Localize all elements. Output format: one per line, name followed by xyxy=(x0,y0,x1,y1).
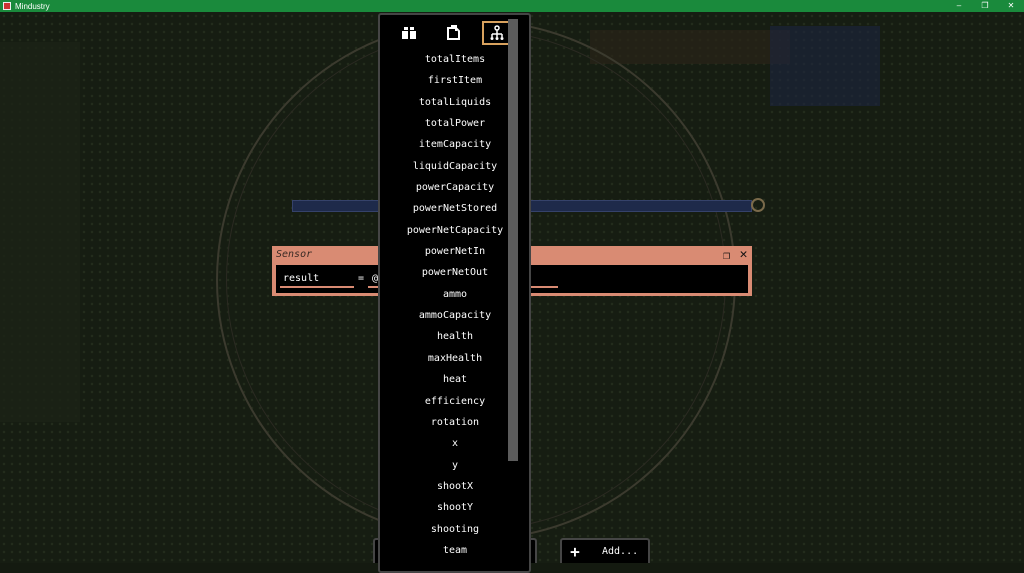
option-shootY[interactable]: shootY xyxy=(380,497,530,518)
option-powerNetCapacity[interactable]: powerNetCapacity xyxy=(380,220,530,241)
option-powerNetStored[interactable]: powerNetStored xyxy=(380,198,530,219)
app-icon xyxy=(3,2,11,10)
restore-button[interactable]: ❐ xyxy=(972,0,998,12)
sensor-option-list: totalItems firstItem totalLiquids totalP… xyxy=(380,49,530,561)
liquids-tab-icon xyxy=(447,25,460,40)
option-totalLiquids[interactable]: totalLiquids xyxy=(380,92,530,113)
tab-liquids[interactable] xyxy=(438,21,468,45)
dropdown-tabs xyxy=(394,21,512,45)
copy-icon[interactable]: ❐ xyxy=(720,249,733,262)
option-ammo[interactable]: ammo xyxy=(380,284,530,305)
equals-label: = xyxy=(358,273,365,284)
option-rotation[interactable]: rotation xyxy=(380,412,530,433)
option-x[interactable]: x xyxy=(380,433,530,454)
option-ammoCapacity[interactable]: ammoCapacity xyxy=(380,305,530,326)
option-powerNetIn[interactable]: powerNetIn xyxy=(380,241,530,262)
close-icon[interactable]: ✕ xyxy=(737,248,750,261)
add-button[interactable]: + Add... xyxy=(560,538,650,563)
minimize-button[interactable]: – xyxy=(946,0,972,12)
option-powerCapacity[interactable]: powerCapacity xyxy=(380,177,530,198)
add-button-label: Add... xyxy=(602,546,639,557)
option-firstItem[interactable]: firstItem xyxy=(380,70,530,91)
option-efficiency[interactable]: efficiency xyxy=(380,391,530,412)
option-shootX[interactable]: shootX xyxy=(380,476,530,497)
window-controls: – ❐ ✕ xyxy=(946,0,1024,12)
option-maxHealth[interactable]: maxHealth xyxy=(380,348,530,369)
option-powerNetOut[interactable]: powerNetOut xyxy=(380,262,530,283)
ore-patch xyxy=(0,42,80,422)
items-tab-icon xyxy=(402,27,416,39)
properties-tab-icon xyxy=(490,25,504,40)
option-totalItems[interactable]: totalItems xyxy=(380,49,530,70)
window-titlebar: Mindustry – ❐ ✕ xyxy=(0,0,1024,12)
ore-patch xyxy=(770,26,880,106)
conveyor-end xyxy=(751,198,765,212)
option-heat[interactable]: heat xyxy=(380,369,530,390)
option-liquidCapacity[interactable]: liquidCapacity xyxy=(380,156,530,177)
plus-icon: + xyxy=(570,541,580,561)
ore-patch xyxy=(590,30,790,64)
sensor-title: Sensor xyxy=(276,249,313,260)
option-totalPower[interactable]: totalPower xyxy=(380,113,530,134)
result-field[interactable]: result xyxy=(280,272,354,288)
sensor-option-dropdown: totalItems firstItem totalLiquids totalP… xyxy=(378,13,531,573)
option-team[interactable]: team xyxy=(380,540,530,561)
window-title: Mindustry xyxy=(15,1,50,11)
tab-items[interactable] xyxy=(394,21,424,45)
option-y[interactable]: y xyxy=(380,455,530,476)
option-health[interactable]: health xyxy=(380,326,530,347)
option-itemCapacity[interactable]: itemCapacity xyxy=(380,134,530,155)
option-shooting[interactable]: shooting xyxy=(380,519,530,540)
close-window-button[interactable]: ✕ xyxy=(998,0,1024,12)
